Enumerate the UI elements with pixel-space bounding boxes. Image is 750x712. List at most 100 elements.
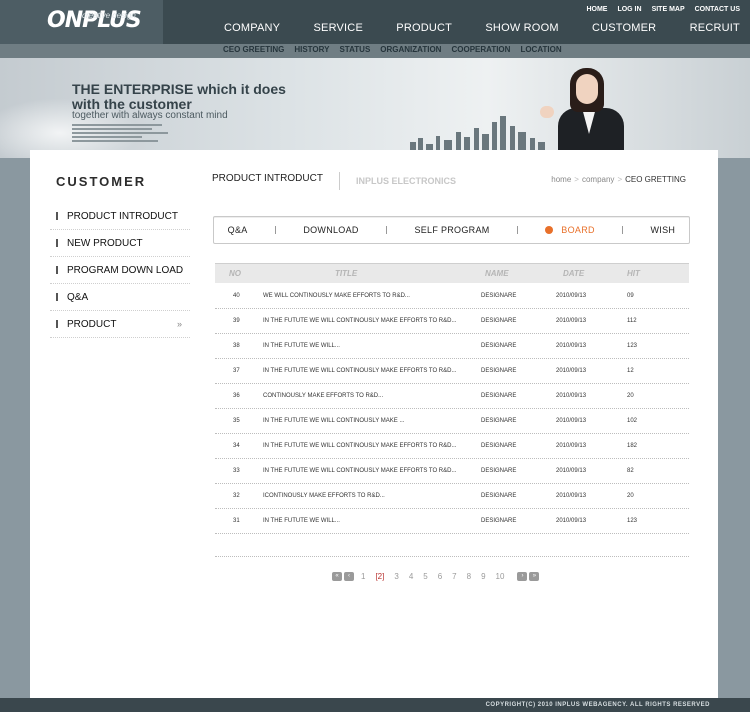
hero-subline: together with always constant mind <box>72 110 228 121</box>
table-row[interactable]: 40 WE WILL CONTINOUSLY MAKE EFFORTS TO R… <box>215 284 689 309</box>
sidebar-item-product-introduct[interactable]: PRODUCT INTRODUCT <box>50 203 190 230</box>
row-no: 31 <box>233 518 240 524</box>
breadcrumb-home[interactable]: home <box>551 175 571 184</box>
row-hit: 123 <box>627 343 638 349</box>
subnav-cooperation[interactable]: COOPERATION <box>451 45 510 54</box>
page-link[interactable]: 8 <box>467 572 471 581</box>
row-name: DESIGNARE <box>481 418 517 424</box>
table-row[interactable]: 36 CONTINOUSLY MAKE EFFORTS TO R&D... DE… <box>215 384 689 409</box>
row-hit: 82 <box>627 468 634 474</box>
sidebar-item-label: PROGRAM DOWN LOAD <box>67 264 184 276</box>
hero-headline: THE ENTERPRISE which it does with the cu… <box>72 82 286 112</box>
subnav-organization[interactable]: ORGANIZATION <box>380 45 441 54</box>
page-link[interactable]: 1 <box>361 572 365 581</box>
logo-area[interactable]: ONPLUS creative design <box>0 0 163 44</box>
sidebar-item-program-download[interactable]: PROGRAM DOWN LOAD <box>50 257 190 284</box>
row-title[interactable]: IN THE FUTUTE WE WILL CONTINOUSLY MAKE E… <box>263 318 456 324</box>
hero-line-1: THE ENTERPRISE which it does <box>72 81 286 97</box>
utility-nav: HOME LOG IN SITE MAP CONTACT US <box>586 6 740 13</box>
page-link[interactable]: 4 <box>409 572 413 581</box>
nav-recruit[interactable]: RECRUIT <box>690 22 740 34</box>
row-name: DESIGNARE <box>481 393 517 399</box>
table-row[interactable]: 37 IN THE FUTUTE WE WILL CONTINOUSLY MAK… <box>215 359 689 384</box>
sidebar-item-label: Q&A <box>67 291 89 303</box>
row-title[interactable]: ICONTINOUSLY MAKE EFFORTS TO R&D... <box>263 493 385 499</box>
table-row[interactable]: 32 ICONTINOUSLY MAKE EFFORTS TO R&D... D… <box>215 484 689 509</box>
table-row[interactable]: 39 IN THE FUTUTE WE WILL CONTINOUSLY MAK… <box>215 309 689 334</box>
row-hit: 123 <box>627 518 638 524</box>
tab-divider <box>516 226 518 234</box>
breadcrumb-company[interactable]: company <box>582 175 614 184</box>
row-date: 2010/09/13 <box>556 493 587 499</box>
util-home-link[interactable]: HOME <box>586 6 607 13</box>
board-tab-wish[interactable]: WISH <box>651 225 676 235</box>
row-title[interactable]: IN THE FUTUTE WE WILL CONTINOUSLY MAKE .… <box>263 418 404 424</box>
bullet-icon <box>56 239 58 247</box>
sidebar-nav: PRODUCT INTRODUCT NEW PRODUCT PROGRAM DO… <box>50 203 190 338</box>
col-date: DATE <box>563 269 585 278</box>
page-link[interactable]: 9 <box>481 572 485 581</box>
subnav-history[interactable]: HISTORY <box>294 45 329 54</box>
row-hit: 112 <box>627 318 637 324</box>
nav-product[interactable]: PRODUCT <box>396 22 452 34</box>
row-name: DESIGNARE <box>481 293 517 299</box>
prev-page-button[interactable]: ‹ <box>344 572 354 581</box>
util-login-link[interactable]: LOG IN <box>617 6 641 13</box>
tab-product-introduct[interactable]: PRODUCT INTRODUCT <box>212 172 340 190</box>
breadcrumb-separator-icon: > <box>617 175 623 184</box>
row-title[interactable]: IN THE FUTUTE WE WILL... <box>263 343 340 349</box>
row-no: 39 <box>233 318 240 324</box>
row-title[interactable]: IN THE FUTUTE WE WILL CONTINOUSLY MAKE E… <box>263 443 456 449</box>
nav-customer[interactable]: CUSTOMER <box>592 22 656 34</box>
table-bottom-divider <box>215 556 689 557</box>
util-sitemap-link[interactable]: SITE MAP <box>652 6 685 13</box>
sub-nav: CEO GREETING HISTORY STATUS ORGANIZATION… <box>223 45 562 54</box>
sidebar-title: CUSTOMER <box>56 174 147 189</box>
row-hit: 20 <box>627 393 634 399</box>
page-link-current[interactable]: [2] <box>375 572 384 581</box>
sidebar-item-label: PRODUCT <box>67 318 117 330</box>
board-tab-qna[interactable]: Q&A <box>228 225 248 235</box>
page-link[interactable]: 6 <box>438 572 442 581</box>
row-title[interactable]: IN THE FUTUTE WE WILL CONTINOUSLY MAKE E… <box>263 368 456 374</box>
table-row[interactable]: 38 IN THE FUTUTE WE WILL... DESIGNARE 20… <box>215 334 689 359</box>
sidebar-item-new-product[interactable]: NEW PRODUCT <box>50 230 190 257</box>
row-title[interactable]: WE WILL CONTINOUSLY MAKE EFFORTS TO R&D.… <box>263 293 410 299</box>
table-row[interactable]: 33 IN THE FUTUTE WE WILL CONTINOUSLY MAK… <box>215 459 689 484</box>
row-title[interactable]: CONTINOUSLY MAKE EFFORTS TO R&D... <box>263 393 383 399</box>
table-header: NO TITLE NAME DATE HIT <box>215 263 689 283</box>
table-row[interactable]: 31 IN THE FUTUTE WE WILL... DESIGNARE 20… <box>215 509 689 534</box>
subnav-location[interactable]: LOCATION <box>520 45 561 54</box>
row-title[interactable]: IN THE FUTUTE WE WILL CONTINOUSLY MAKE E… <box>263 468 456 474</box>
col-no: NO <box>229 269 241 278</box>
util-contact-link[interactable]: CONTACT US <box>695 6 740 13</box>
breadcrumb-current: CEO GRETTING <box>625 175 686 184</box>
row-date: 2010/09/13 <box>556 418 587 424</box>
sidebar-item-label: PRODUCT INTRODUCT <box>67 210 178 222</box>
page-link[interactable]: 7 <box>452 572 456 581</box>
sidebar-item-qna[interactable]: Q&A <box>50 284 190 311</box>
page-link[interactable]: 5 <box>423 572 427 581</box>
board-tab-download[interactable]: DOWNLOAD <box>303 225 358 235</box>
hero-banner: THE ENTERPRISE which it does with the cu… <box>0 58 750 158</box>
table-row[interactable]: 34 IN THE FUTUTE WE WILL CONTINOUSLY MAK… <box>215 434 689 459</box>
row-title[interactable]: IN THE FUTUTE WE WILL... <box>263 518 340 524</box>
sidebar-item-product[interactable]: PRODUCT » <box>50 311 190 338</box>
page-link[interactable]: 3 <box>394 572 398 581</box>
last-page-button[interactable]: » <box>529 572 540 581</box>
table-row[interactable]: 35 IN THE FUTUTE WE WILL CONTINOUSLY MAK… <box>215 409 689 434</box>
next-page-button[interactable]: › <box>517 572 528 581</box>
double-chevron-right-icon: » <box>176 319 182 329</box>
board-tab-board[interactable]: BOARD <box>545 225 595 235</box>
board-tab-self-program[interactable]: SELF PROGRAM <box>414 225 489 235</box>
row-date: 2010/09/13 <box>556 393 587 399</box>
first-page-button[interactable]: « <box>332 572 342 581</box>
nav-company[interactable]: COMPANY <box>224 22 280 34</box>
subnav-status[interactable]: STATUS <box>339 45 370 54</box>
row-date: 2010/09/13 <box>556 318 587 324</box>
tab-inplus-electronics[interactable]: INPLUS ELECTRONICS <box>340 176 456 186</box>
nav-show-room[interactable]: SHOW ROOM <box>485 22 558 34</box>
subnav-ceo-greeting[interactable]: CEO GREETING <box>223 45 284 54</box>
nav-service[interactable]: SERVICE <box>314 22 364 34</box>
page-link[interactable]: 10 <box>496 572 505 581</box>
